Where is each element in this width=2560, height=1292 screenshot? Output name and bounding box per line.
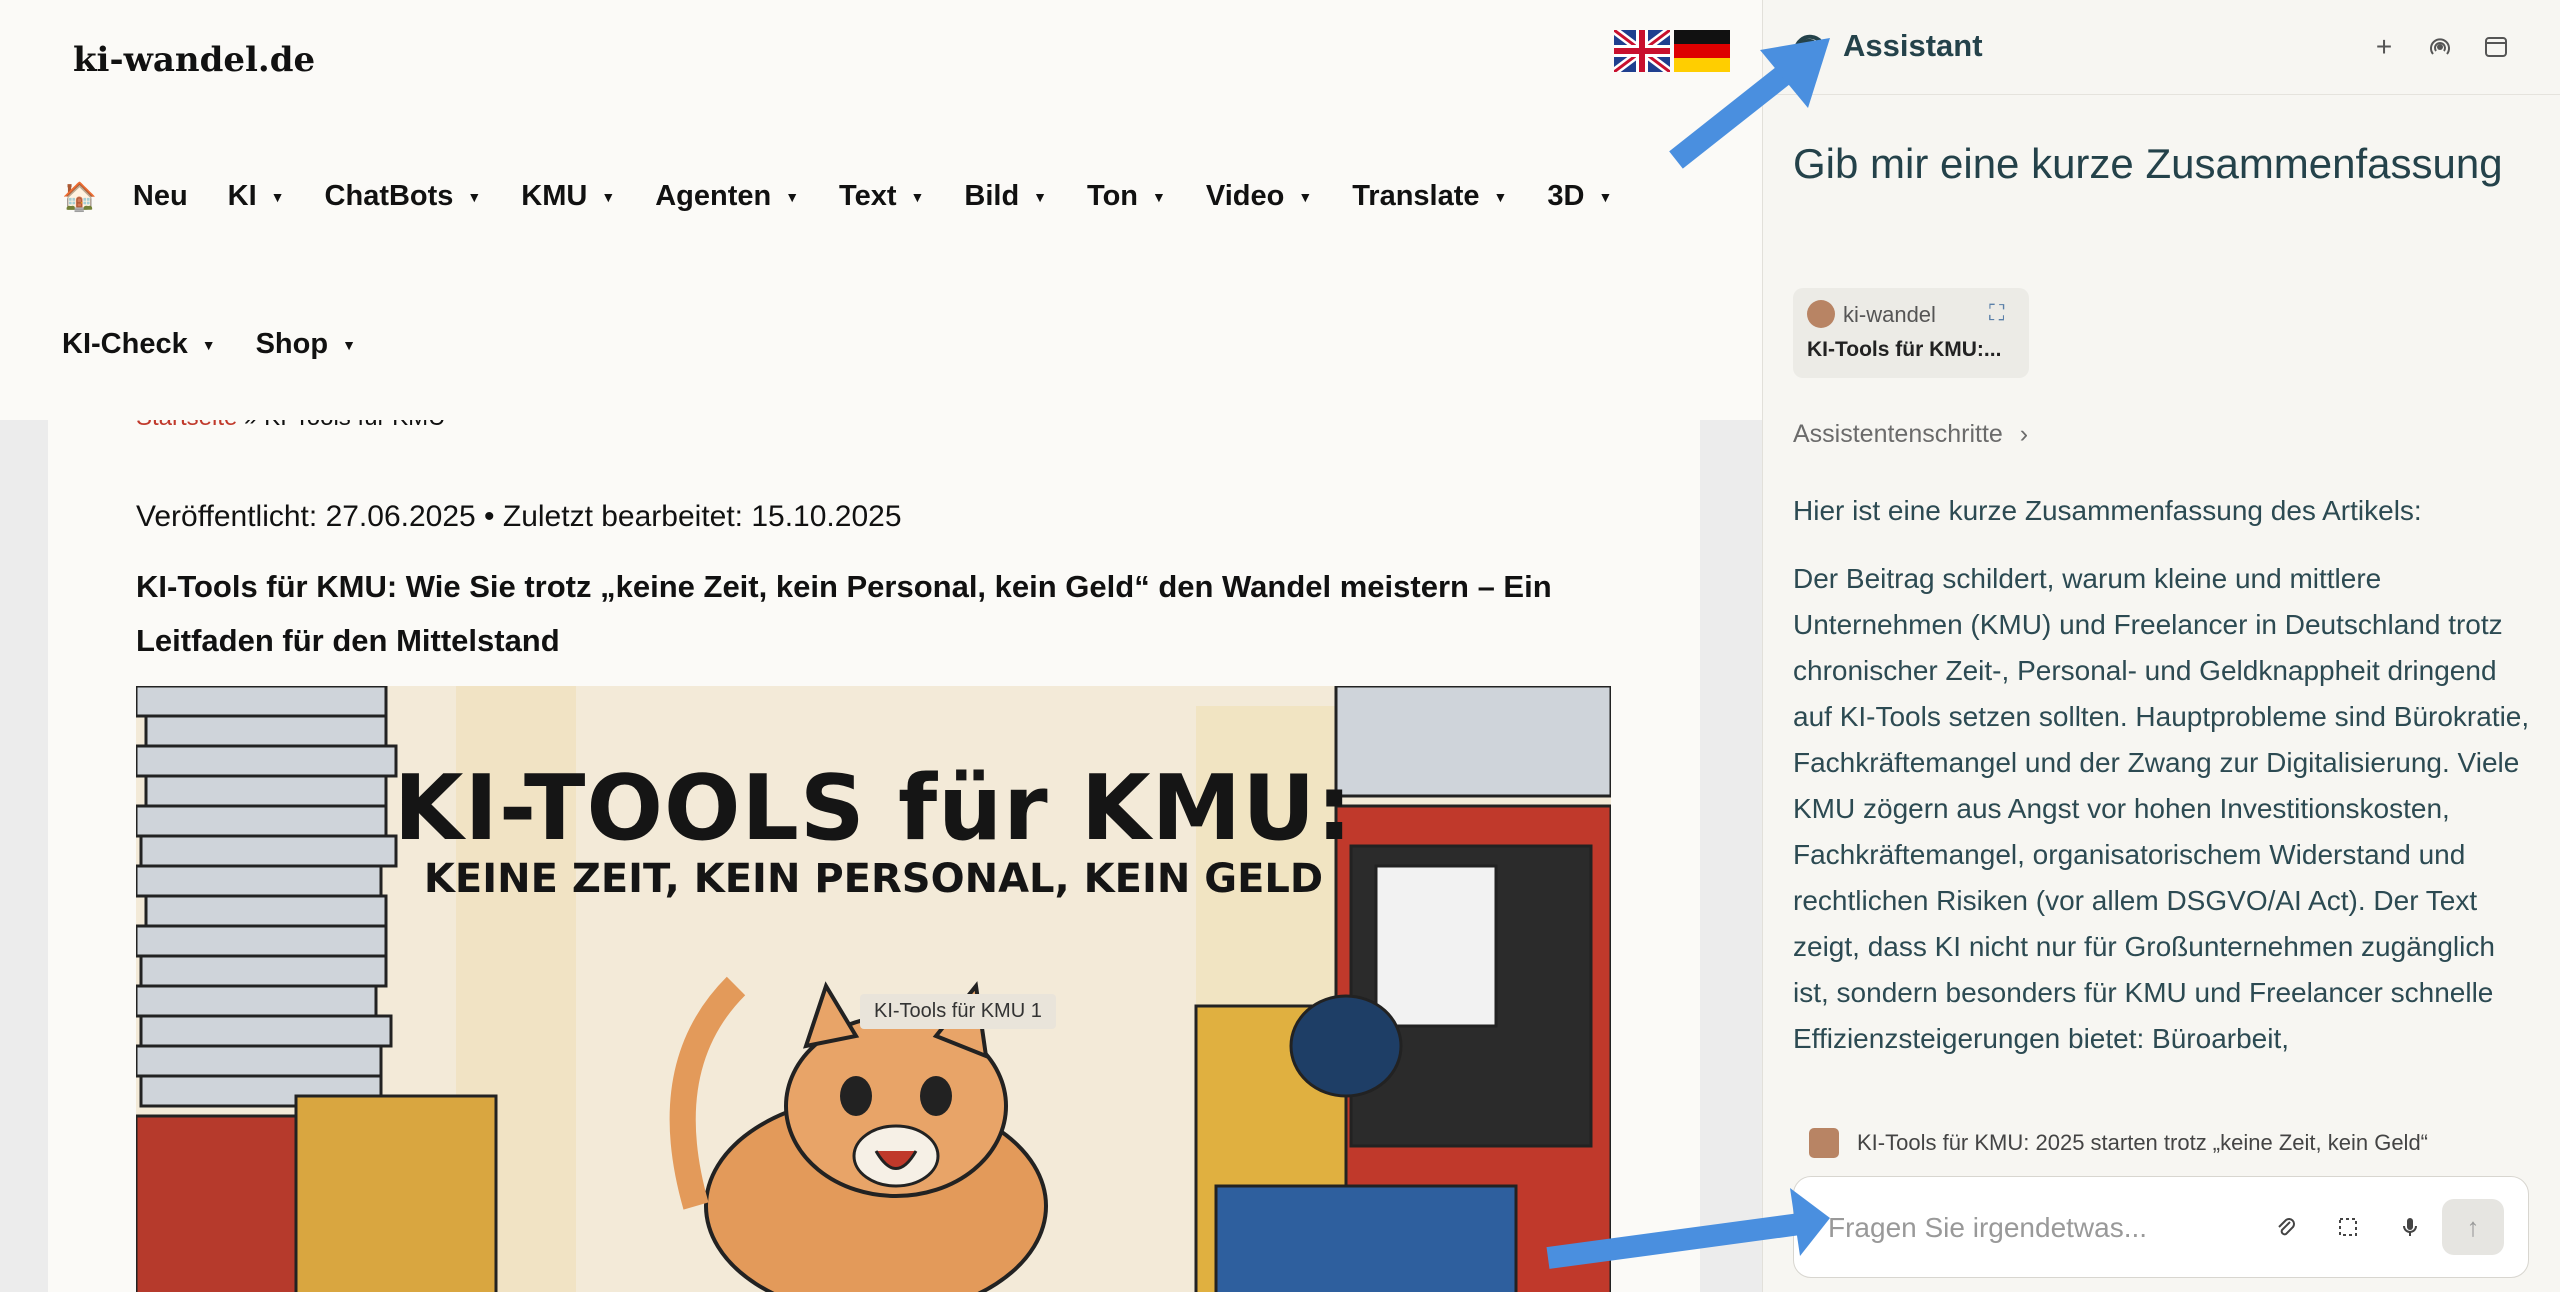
main-nav-row-2: KI-Check ▼ Shop ▼ xyxy=(62,328,396,361)
steps-label: Assistentenschritte xyxy=(1793,420,2003,448)
nav-item-label: Shop xyxy=(255,328,329,360)
source-title: KI-Tools für KMU:... xyxy=(1807,338,2002,361)
nav-item-neu[interactable]: Neu xyxy=(133,180,188,213)
nav-item-ki[interactable]: KI ▼ xyxy=(228,180,285,213)
source-card[interactable]: ki-wandel ⛶ KI-Tools für KMU:... xyxy=(1793,288,2029,378)
chat-input-box: ↑ xyxy=(1793,1176,2529,1278)
caret-down-icon: ▼ xyxy=(1152,188,1166,205)
plus-icon[interactable]: + xyxy=(2367,30,2401,64)
image-tooltip: KI-Tools für KMU 1 xyxy=(860,994,1056,1029)
source-name: ki-wandel xyxy=(1843,302,1936,327)
hero-image: KI-TOOLS für KMU: KEINE ZEIT, KEIN PERSO… xyxy=(136,686,1611,1292)
nav-item-label: Translate xyxy=(1352,180,1480,212)
uk-flag-icon[interactable] xyxy=(1614,30,1670,72)
answer-body: Der Beitrag schildert, warum kleine und … xyxy=(1793,563,2530,1054)
assistant-logo-icon xyxy=(1793,30,1827,64)
article-title: KI-Tools für KMU: Wie Sie trotz „keine Z… xyxy=(136,569,1552,658)
nav-item-label: 3D xyxy=(1547,180,1585,212)
caret-down-icon: ▼ xyxy=(270,188,285,205)
nav-item-video[interactable]: Video ▼ xyxy=(1206,180,1312,213)
answer-intro: Hier ist eine kurze Zusammenfassung des … xyxy=(1793,495,2422,526)
nav-item-label: KMU xyxy=(521,180,588,212)
microphone-icon[interactable] xyxy=(2390,1207,2430,1247)
nav-item-label: Agenten xyxy=(655,180,772,212)
caret-down-icon: ▼ xyxy=(342,336,356,353)
hero-subtitle: KEINE ZEIT, KEIN PERSONAL, KEIN GELD xyxy=(423,856,1324,902)
caret-down-icon: ▼ xyxy=(785,188,800,205)
caret-down-icon: ▼ xyxy=(910,188,925,205)
source-avatar xyxy=(1807,300,1835,328)
nav-item-text[interactable]: Text ▼ xyxy=(839,180,924,213)
caret-down-icon: ▼ xyxy=(1298,188,1313,205)
site-header: ki-wandel.de 🏠 Neu KI ▼ ChatBots ▼ KMU ▼ Agente… xyxy=(0,0,1762,420)
send-button[interactable]: ↑ xyxy=(2442,1199,2504,1255)
hero-title: KI-TOOLS für KMU: xyxy=(393,756,1354,861)
screenshot-select-icon[interactable] xyxy=(2328,1207,2368,1247)
nav-item-label: KI-Check xyxy=(62,328,188,360)
home-icon[interactable]: 🏠 xyxy=(62,180,97,213)
nav-item-label: ChatBots xyxy=(324,180,454,212)
caret-down-icon: ▼ xyxy=(1033,188,1048,205)
assistant-steps-toggle[interactable]: Assistentenschritte › xyxy=(1793,420,2028,449)
nav-item-chatbots[interactable]: ChatBots ▼ xyxy=(325,180,482,213)
caret-down-icon: ▼ xyxy=(601,188,616,205)
nav-item-ton[interactable]: Ton ▼ xyxy=(1087,180,1166,213)
nav-item-label: Bild xyxy=(964,180,1020,212)
broadcast-icon[interactable] xyxy=(2423,30,2457,64)
caret-down-icon: ▼ xyxy=(467,188,482,205)
paperclip-icon[interactable] xyxy=(2266,1207,2306,1247)
context-avatar-icon xyxy=(1809,1128,1839,1158)
nav-item-agenten[interactable]: Agenten ▼ xyxy=(655,180,799,213)
assistant-header: Assistant + xyxy=(1763,0,2560,95)
send-arrow-icon: ↑ xyxy=(2466,1211,2480,1242)
nav-item-label: KI xyxy=(227,180,257,212)
nav-item-label: Text xyxy=(839,180,897,212)
context-chip[interactable]: KI-Tools für KMU: 2025 starten trotz „ke… xyxy=(1809,1118,2509,1168)
nav-item-label: Neu xyxy=(132,180,188,212)
nav-item-shop[interactable]: Shop ▼ xyxy=(256,328,356,361)
user-question: Gib mir eine kurze Zusammenfassung xyxy=(1793,140,2503,187)
focus-scan-icon[interactable]: ⛶ xyxy=(1989,300,2004,326)
caret-down-icon: ▼ xyxy=(201,336,216,353)
assistant-panel: Assistant + Gib mir eine kurze Zusammenf… xyxy=(1762,0,2560,1292)
published-date: Veröffentlicht: 27.06.2025 • Zuletzt bea… xyxy=(136,500,902,533)
site-logo[interactable]: ki-wandel.de xyxy=(73,40,315,80)
caret-down-icon: ▼ xyxy=(1598,188,1613,205)
german-flag-icon[interactable] xyxy=(1674,30,1730,72)
nav-item-3d[interactable]: 3D ▼ xyxy=(1547,180,1612,213)
nav-item-ki-check[interactable]: KI-Check ▼ xyxy=(62,328,216,361)
nav-item-label: Video xyxy=(1205,180,1285,212)
caret-down-icon: ▼ xyxy=(1493,188,1508,205)
assistant-answer: Hier ist eine kurze Zusammenfassung des … xyxy=(1793,488,2533,1100)
assistant-title: Assistant xyxy=(1843,28,1983,63)
context-chip-text: KI-Tools für KMU: 2025 starten trotz „ke… xyxy=(1857,1130,2429,1155)
nav-item-kmu[interactable]: KMU ▼ xyxy=(521,180,615,213)
nav-item-label: Ton xyxy=(1087,180,1139,212)
chat-input[interactable] xyxy=(1826,1205,2250,1251)
website-page: ki-wandel.de 🏠 Neu KI ▼ ChatBots ▼ KMU ▼ Agente… xyxy=(0,0,1762,1292)
nav-item-translate[interactable]: Translate ▼ xyxy=(1352,180,1507,213)
nav-item-bild[interactable]: Bild ▼ xyxy=(964,180,1047,213)
main-nav: 🏠 Neu KI ▼ ChatBots ▼ KMU ▼ Agenten ▼ Text ▼ Bild ▼ T… xyxy=(62,180,1652,213)
window-icon[interactable] xyxy=(2479,30,2513,64)
chevron-right-icon: › xyxy=(2019,420,2029,448)
